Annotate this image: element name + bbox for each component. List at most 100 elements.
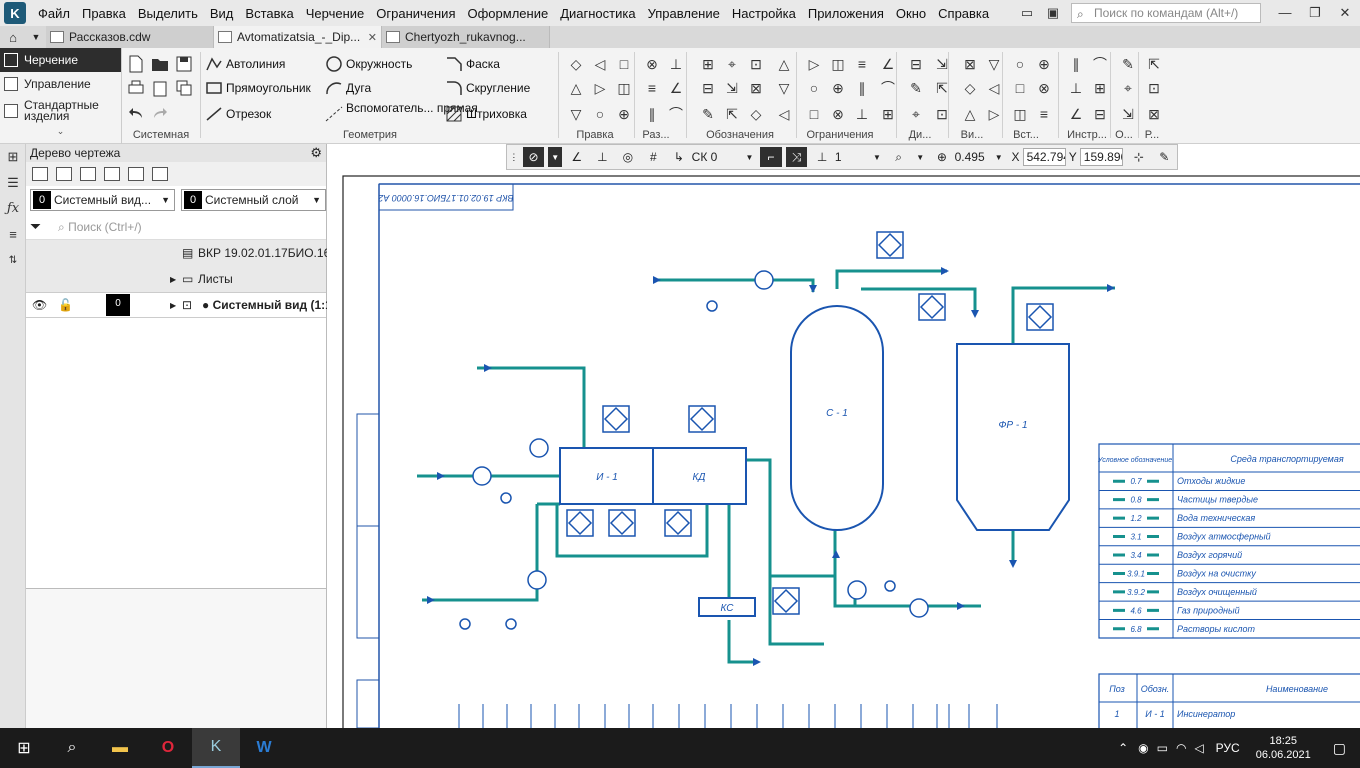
ribbon-tool-icon[interactable]: ∠ xyxy=(878,54,898,74)
gear-icon[interactable]: ⚙ xyxy=(310,144,322,162)
tray-volume-icon[interactable]: ◁ xyxy=(1190,741,1207,755)
menu-select[interactable]: Выделить xyxy=(132,6,204,21)
print-icon[interactable] xyxy=(126,78,146,98)
open-folder-icon[interactable] xyxy=(150,54,170,74)
drawing-canvas[interactable]: ВКР 19.02.01.17БИО.16.0000 А2 И - 1 КД С… xyxy=(327,144,1360,737)
orthogonal-icon[interactable]: ⊥ xyxy=(592,147,614,167)
ribbon-tool-icon[interactable]: ⊥ xyxy=(1066,78,1086,98)
ribbon-tool-icon[interactable]: ◫ xyxy=(1010,104,1030,124)
language-indicator[interactable]: РУС xyxy=(1208,741,1248,755)
tree-tool-3-icon[interactable] xyxy=(80,167,96,181)
tool-chamfer[interactable]: Фаска xyxy=(466,57,500,71)
ribbon-tool-icon[interactable]: ◇ xyxy=(566,54,586,74)
ribbon-tool-icon[interactable]: ⇱ xyxy=(1144,54,1164,74)
tree-tool-4-icon[interactable] xyxy=(104,167,120,181)
ribbon-tool-icon[interactable]: ⊡ xyxy=(932,104,952,124)
command-search-input[interactable]: ⌕ Поиск по командам (Alt+/) xyxy=(1071,3,1261,23)
ribbon-tool-icon[interactable]: ⊥ xyxy=(666,54,686,74)
tray-chevron-up-icon[interactable]: ⌃ xyxy=(1112,741,1134,755)
menu-control[interactable]: Управление xyxy=(642,6,726,21)
tab-document-2[interactable]: Avtomatizatsia_-_Dip... ✕ xyxy=(214,26,382,48)
ribbon-tool-icon[interactable]: ✎ xyxy=(906,78,926,98)
ribbon-tool-icon[interactable]: ○ xyxy=(1010,54,1030,74)
close-icon[interactable]: ✕ xyxy=(1336,4,1354,22)
ribbon-tool-icon[interactable]: ⊟ xyxy=(698,78,718,98)
menu-drafting[interactable]: Черчение xyxy=(300,6,371,21)
copy-icon[interactable] xyxy=(174,78,194,98)
circle-icon[interactable] xyxy=(324,54,344,74)
variables-fx-icon[interactable]: ƒx xyxy=(0,196,26,222)
tree-search-input[interactable]: ⌕ Поиск (Ctrl+/) xyxy=(54,217,322,237)
coordinate-system-icon[interactable]: ↳ xyxy=(668,147,690,167)
ribbon-tool-icon[interactable]: ∠ xyxy=(666,78,686,98)
collapse-chevron-icon[interactable]: ⌄ xyxy=(0,126,121,137)
ribbon-tool-icon[interactable]: ⊞ xyxy=(698,54,718,74)
ribbon-tool-icon[interactable]: ▷ xyxy=(804,54,824,74)
ribbon-tool-icon[interactable]: ⊟ xyxy=(906,54,926,74)
tree-tool-6-icon[interactable] xyxy=(152,167,168,181)
ribbon-tool-icon[interactable]: ⊡ xyxy=(1144,78,1164,98)
arc-icon[interactable] xyxy=(324,78,344,98)
opera-browser-icon[interactable]: O xyxy=(144,728,192,768)
windows-start-icon[interactable]: ⊞ xyxy=(0,728,48,768)
kompas-app-icon[interactable]: K xyxy=(192,728,240,768)
fillet-icon[interactable] xyxy=(444,78,464,98)
ribbon-tool-icon[interactable]: ⌖ xyxy=(722,54,742,74)
ribbon-tool-icon[interactable]: ⊗ xyxy=(828,104,848,124)
coordinate-system-value[interactable]: СК 0 xyxy=(692,150,741,164)
ribbon-tool-icon[interactable]: ⊞ xyxy=(1090,78,1110,98)
home-icon[interactable]: ⌂ xyxy=(0,26,26,48)
ribbon-tool-icon[interactable]: ◁ xyxy=(774,104,794,124)
ribbon-tool-icon[interactable]: ⊥ xyxy=(852,104,872,124)
ribbon-tool-icon[interactable]: ⌒ xyxy=(878,78,898,98)
mode-standard-parts[interactable]: Стандартные изделия xyxy=(0,96,121,126)
tool-hatch[interactable]: Штриховка xyxy=(466,107,527,121)
tool-autoline[interactable]: Автолиния xyxy=(226,57,285,71)
zoom-value-chevron-down-icon[interactable]: ▼ xyxy=(992,147,1006,167)
ribbon-tool-icon[interactable]: ⌒ xyxy=(666,104,686,124)
ribbon-tool-icon[interactable]: □ xyxy=(614,54,634,74)
sort-icon[interactable]: ⇅ xyxy=(0,248,26,274)
ribbon-tool-icon[interactable]: ⊠ xyxy=(1144,104,1164,124)
step-value[interactable]: 1 xyxy=(835,150,868,164)
ribbon-tool-icon[interactable]: ✎ xyxy=(698,104,718,124)
menu-design[interactable]: Оформление xyxy=(462,6,555,21)
ribbon-tool-icon[interactable]: □ xyxy=(804,104,824,124)
search-icon[interactable]: ⌕ xyxy=(48,728,96,768)
ribbon-tool-icon[interactable]: △ xyxy=(566,78,586,98)
tray-network-icon[interactable]: ▭ xyxy=(1153,741,1172,755)
mode-drafting[interactable]: Черчение xyxy=(0,48,121,72)
ribbon-tool-icon[interactable]: △ xyxy=(960,104,980,124)
ribbon-tool-icon[interactable]: ◇ xyxy=(746,104,766,124)
autoline-icon[interactable] xyxy=(204,54,224,74)
filter-icon[interactable]: ⏷ xyxy=(30,218,48,235)
tab-document-1[interactable]: Рассказов.cdw xyxy=(46,26,214,48)
expand-arrow-icon[interactable]: ▶ xyxy=(170,275,176,284)
ribbon-tool-icon[interactable]: ▽ xyxy=(566,104,586,124)
ribbon-tool-icon[interactable]: ∥ xyxy=(852,78,872,98)
ribbon-tool-icon[interactable]: ○ xyxy=(590,104,610,124)
tab-document-3[interactable]: Chertyozh_rukavnog... xyxy=(382,26,550,48)
view-icon[interactable]: ◎ xyxy=(617,147,639,167)
menu-apps[interactable]: Приложения xyxy=(802,6,890,21)
ribbon-tool-icon[interactable]: ⊟ xyxy=(1090,104,1110,124)
snap-icon[interactable]: ⊘ xyxy=(522,147,545,167)
y-coordinate-field[interactable]: 159.8962 xyxy=(1079,148,1124,166)
tool-fillet[interactable]: Скругление xyxy=(466,81,530,95)
zoom-value[interactable]: 0.495 xyxy=(955,150,990,164)
ribbon-tool-icon[interactable]: ⌖ xyxy=(1118,78,1138,98)
tree-row-sheets[interactable]: ▶ ▭ Листы xyxy=(26,266,326,292)
layers-icon[interactable]: ≡ xyxy=(0,222,26,248)
chamfer-icon[interactable] xyxy=(444,54,464,74)
tree-tool-5-icon[interactable] xyxy=(128,167,144,181)
menu-help[interactable]: Справка xyxy=(932,6,995,21)
ribbon-tool-icon[interactable]: ◇ xyxy=(960,78,980,98)
ribbon-tool-icon[interactable]: ⇱ xyxy=(932,78,952,98)
tool-arc[interactable]: Дуга xyxy=(346,81,371,95)
rectangle-icon[interactable] xyxy=(204,78,224,98)
snap-dropdown-chevron-icon[interactable]: ▼ xyxy=(548,147,563,167)
ribbon-tool-icon[interactable]: ≡ xyxy=(642,78,662,98)
ribbon-tool-icon[interactable]: ⇱ xyxy=(722,104,742,124)
notifications-icon[interactable]: ▢ xyxy=(1319,740,1360,757)
menu-edit[interactable]: Правка xyxy=(76,6,132,21)
